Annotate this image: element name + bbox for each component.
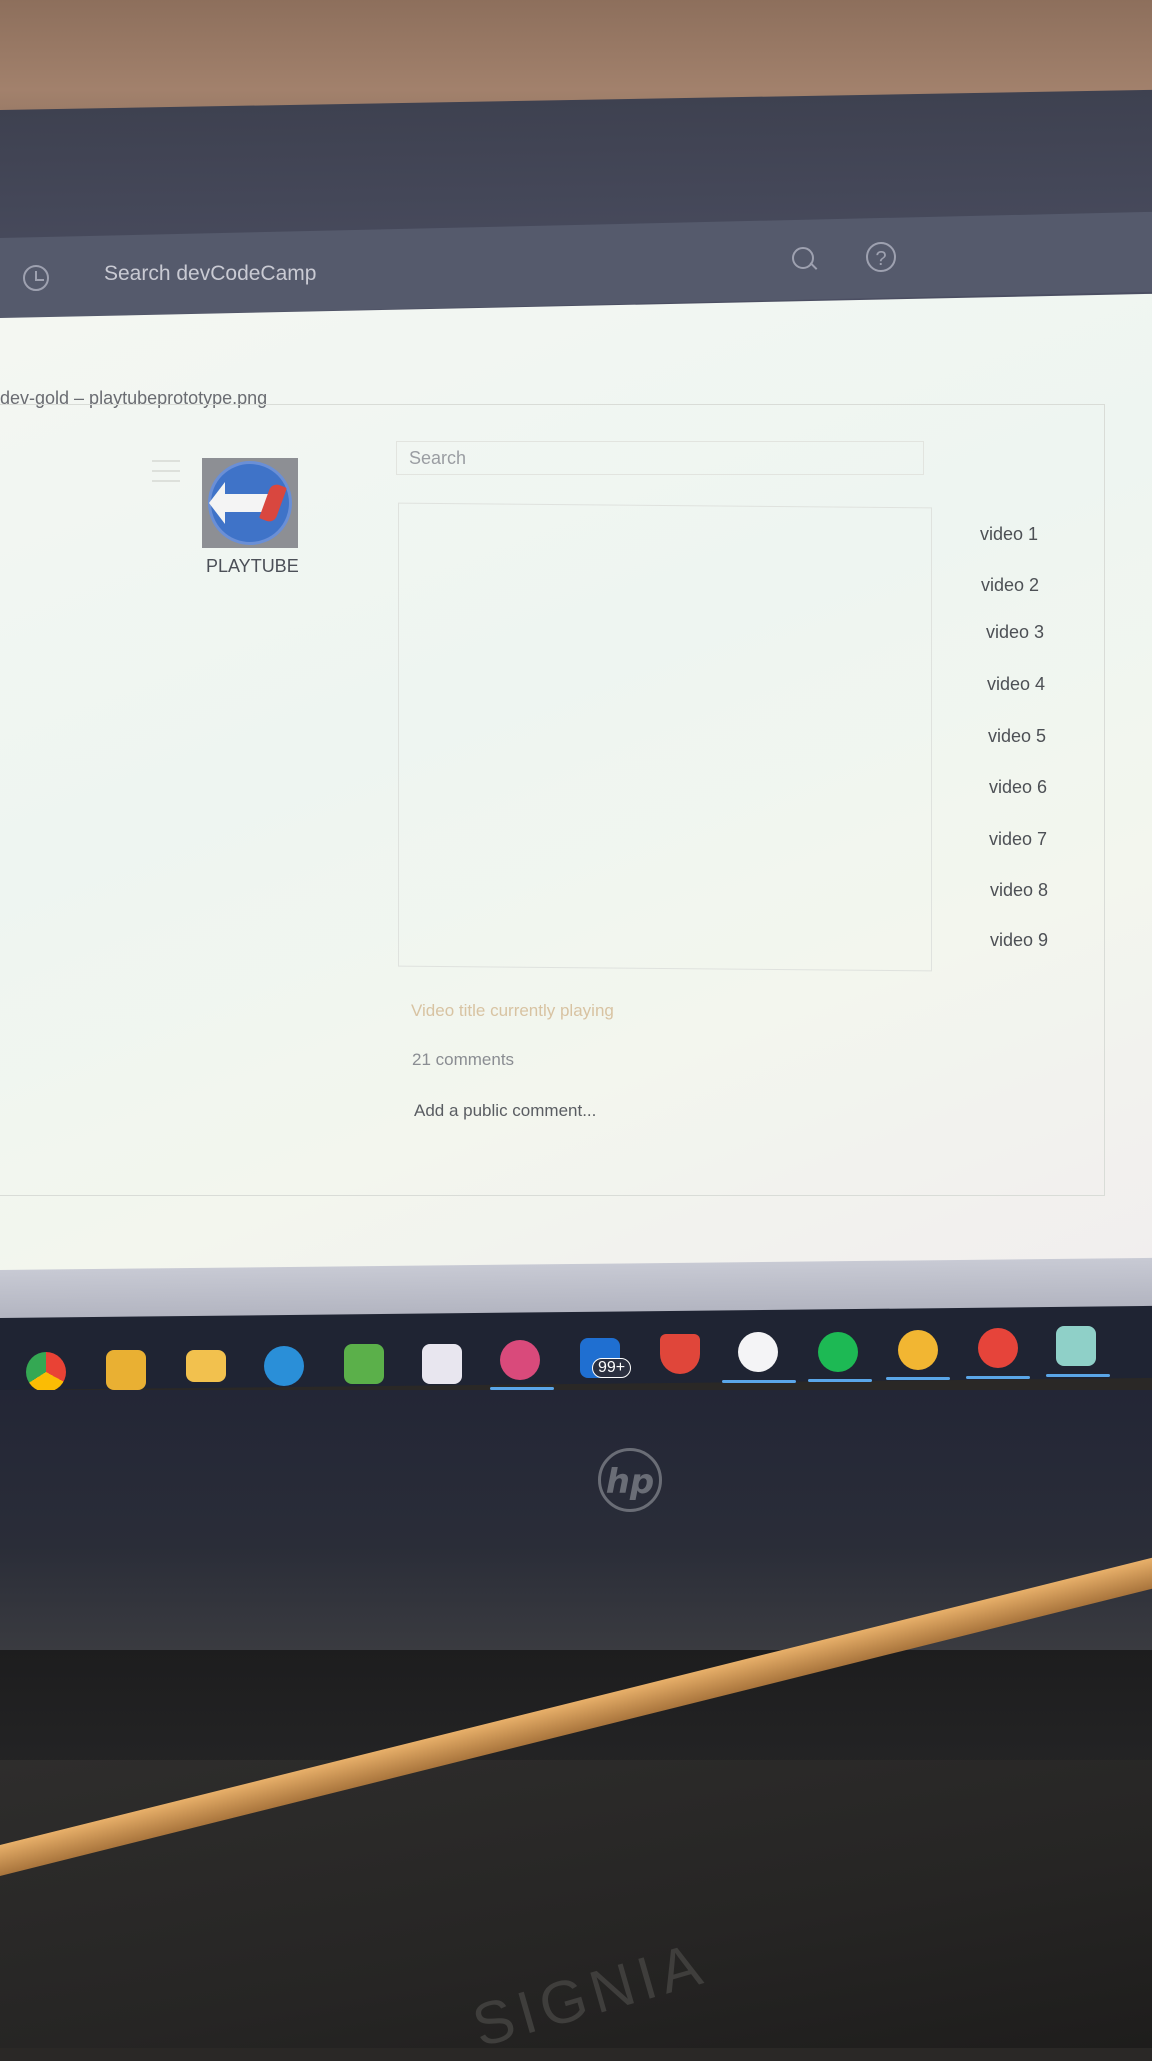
edge-icon[interactable] <box>264 1346 304 1386</box>
mail-unread-badge: 99+ <box>592 1358 632 1378</box>
app-icon[interactable] <box>500 1340 540 1380</box>
video-player[interactable] <box>398 502 932 972</box>
video-list-item-7[interactable]: video 7 <box>989 829 1047 850</box>
hamburger-menu-icon[interactable] <box>152 460 180 482</box>
video-list-item-2[interactable]: video 2 <box>981 575 1039 596</box>
video-list-item-8[interactable]: video 8 <box>990 880 1048 901</box>
pen-active-indicator <box>966 1376 1030 1379</box>
arrow-icon <box>209 482 277 524</box>
gimp-icon[interactable] <box>106 1350 146 1390</box>
video-list-item-1[interactable]: video 1 <box>980 524 1038 545</box>
microsoft-store-icon[interactable] <box>422 1344 462 1384</box>
slack-icon[interactable] <box>738 1332 778 1372</box>
messenger-active-indicator <box>886 1377 950 1380</box>
history-clock-icon[interactable] <box>23 265 49 291</box>
slack-active-indicator <box>722 1380 796 1383</box>
spotify-active-indicator <box>808 1379 872 1382</box>
notes-icon[interactable] <box>1056 1326 1096 1366</box>
notes-active-indicator <box>1046 1374 1110 1377</box>
file-explorer-icon[interactable] <box>186 1350 226 1382</box>
pen-icon[interactable] <box>978 1328 1018 1368</box>
messenger-icon[interactable] <box>898 1330 938 1370</box>
brave-icon[interactable] <box>660 1334 700 1374</box>
app-search-field[interactable]: Search devCodeCamp <box>104 262 316 286</box>
video-list-item-5[interactable]: video 5 <box>988 726 1046 747</box>
comment-count: 21 comments <box>412 1050 515 1069</box>
comment-input[interactable] <box>410 1096 748 1126</box>
hp-logo: hp <box>598 1448 662 1512</box>
video-list-item-6[interactable]: video 6 <box>989 777 1047 798</box>
now-playing-title: Video title currently playing <box>411 1001 614 1020</box>
search-input[interactable] <box>396 441 924 475</box>
video-list-item-9[interactable]: video 9 <box>990 930 1048 951</box>
logo-circle <box>208 461 292 545</box>
chrome-icon[interactable] <box>26 1352 66 1392</box>
playtube-logo <box>202 458 298 548</box>
search-icon[interactable] <box>792 247 814 269</box>
spotify-icon[interactable] <box>818 1332 858 1372</box>
help-icon[interactable]: ? <box>866 242 896 272</box>
camtasia-icon[interactable] <box>344 1344 384 1384</box>
logo-label: PLAYTUBE <box>206 556 299 576</box>
video-list-item-4[interactable]: video 4 <box>987 674 1045 695</box>
video-list-item-3[interactable]: video 3 <box>986 622 1044 643</box>
